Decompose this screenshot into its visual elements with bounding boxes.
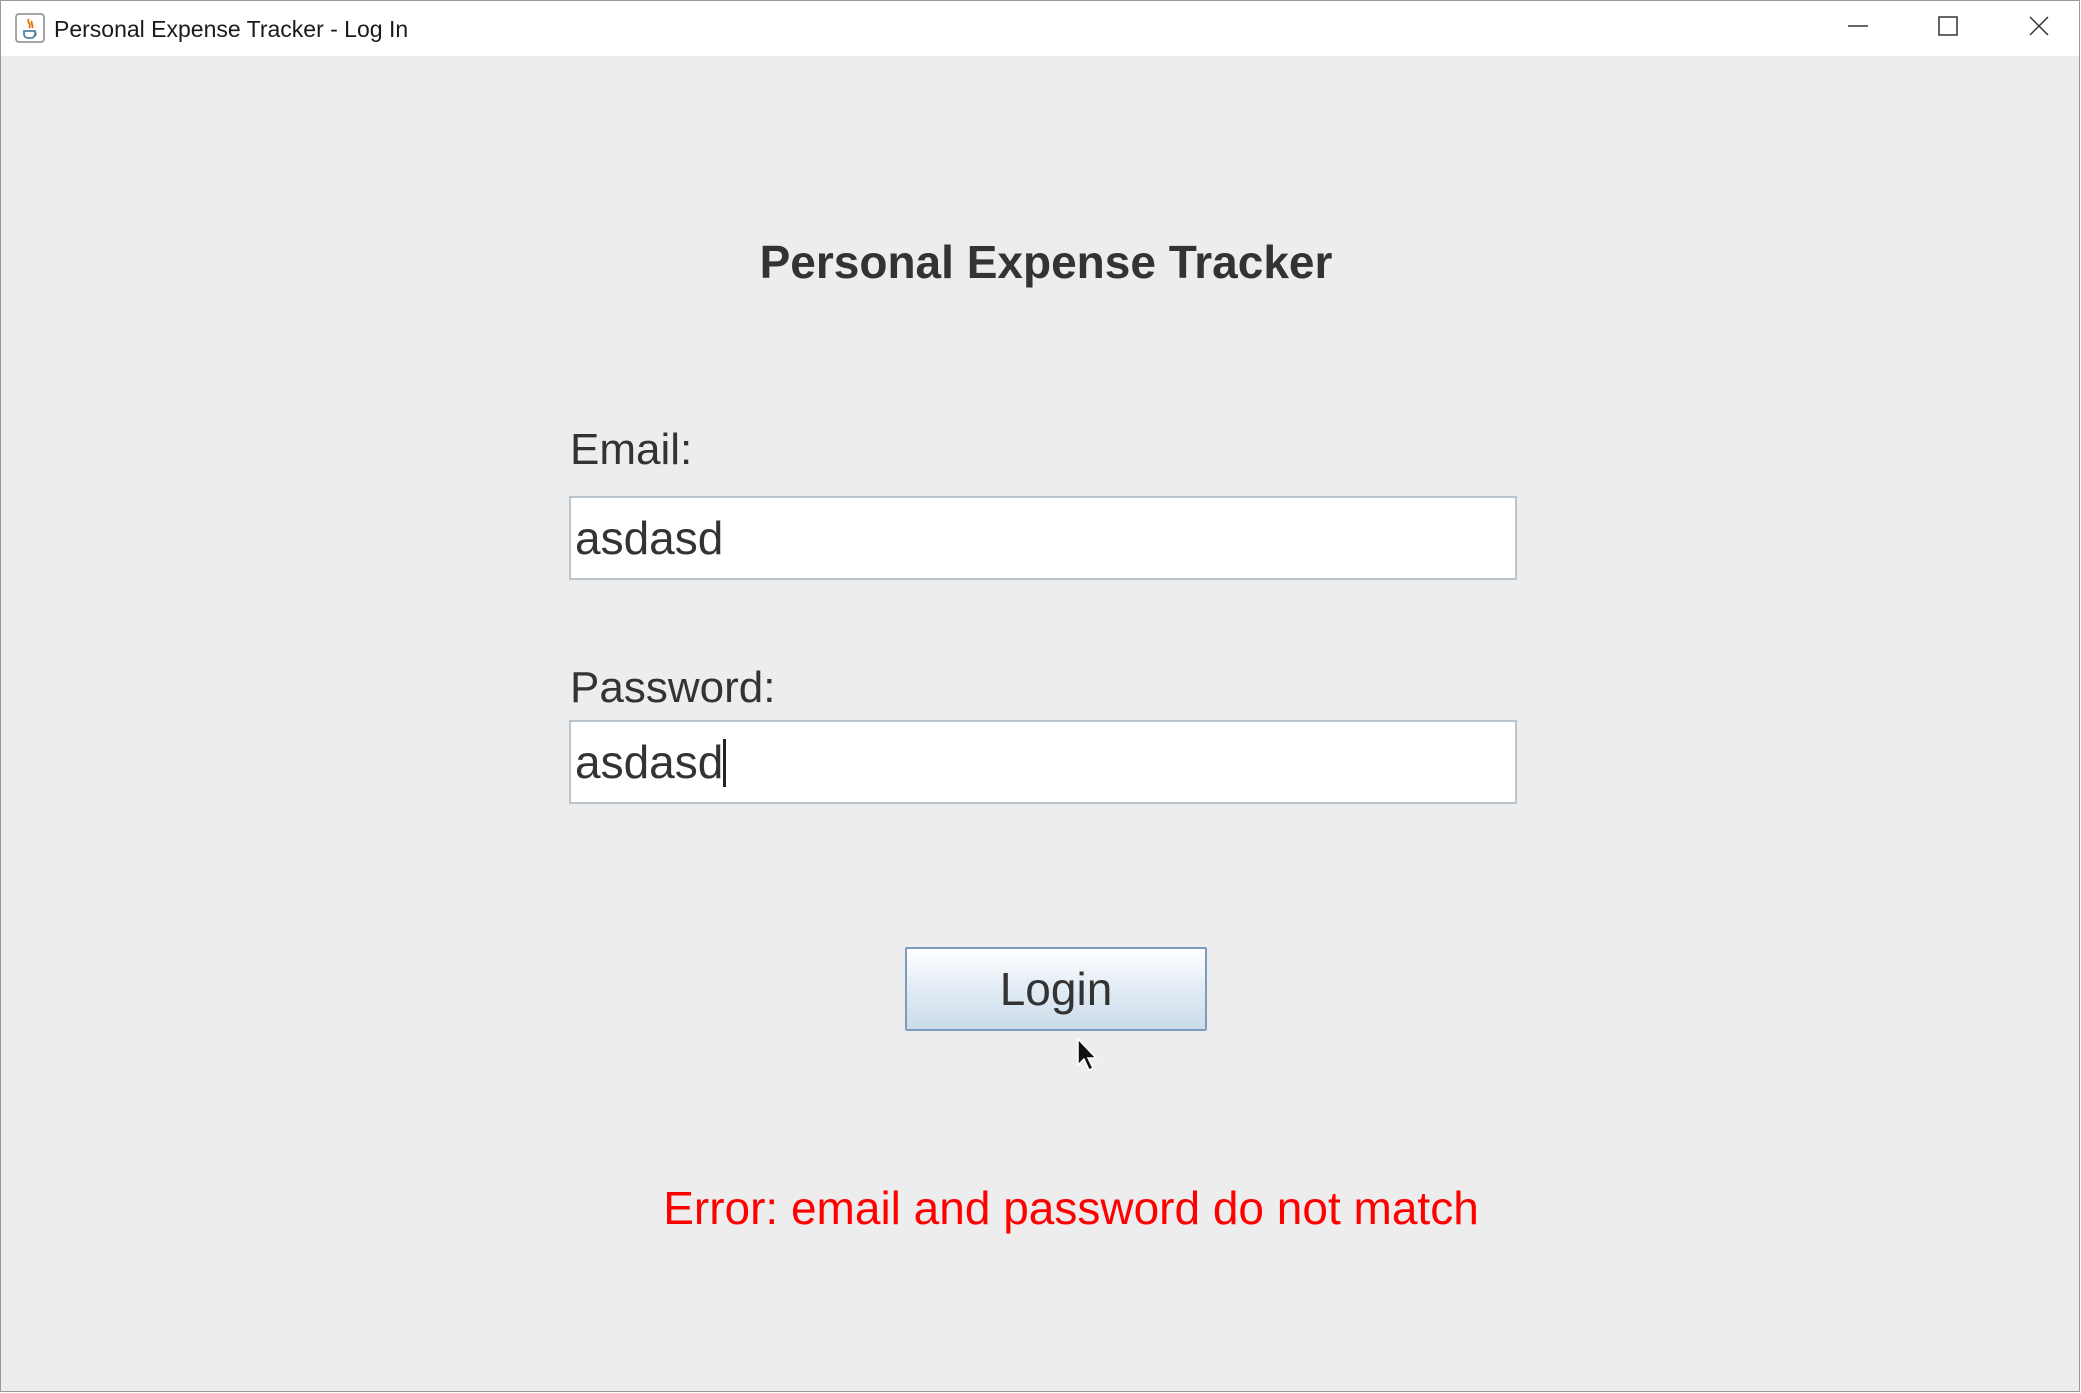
error-message: Error: email and password do not match [663, 1182, 1479, 1234]
close-icon [2028, 15, 2050, 42]
close-button[interactable] [1994, 1, 2081, 56]
page-title: Personal Expense Tracker [759, 236, 1333, 288]
login-window: Personal Expense Tracker - Log In Person… [0, 0, 2080, 1392]
minimize-icon [1847, 15, 1869, 42]
text-caret [723, 738, 727, 787]
maximize-button[interactable] [1903, 1, 1993, 56]
minimize-button[interactable] [1813, 1, 1903, 56]
java-app-icon [15, 13, 45, 43]
password-field[interactable]: asdasd [569, 720, 1517, 804]
title-bar[interactable]: Personal Expense Tracker - Log In [1, 1, 2079, 56]
email-value: asdasd [575, 512, 724, 564]
maximize-icon [1937, 15, 1959, 42]
window-title: Personal Expense Tracker - Log In [54, 16, 409, 42]
password-label: Password: [570, 663, 776, 712]
mouse-pointer-icon [1076, 1037, 1098, 1073]
login-button[interactable]: Login [905, 947, 1207, 1031]
email-label: Email: [570, 425, 693, 474]
email-field[interactable]: asdasd [569, 496, 1517, 580]
password-value: asdasd [575, 736, 724, 788]
